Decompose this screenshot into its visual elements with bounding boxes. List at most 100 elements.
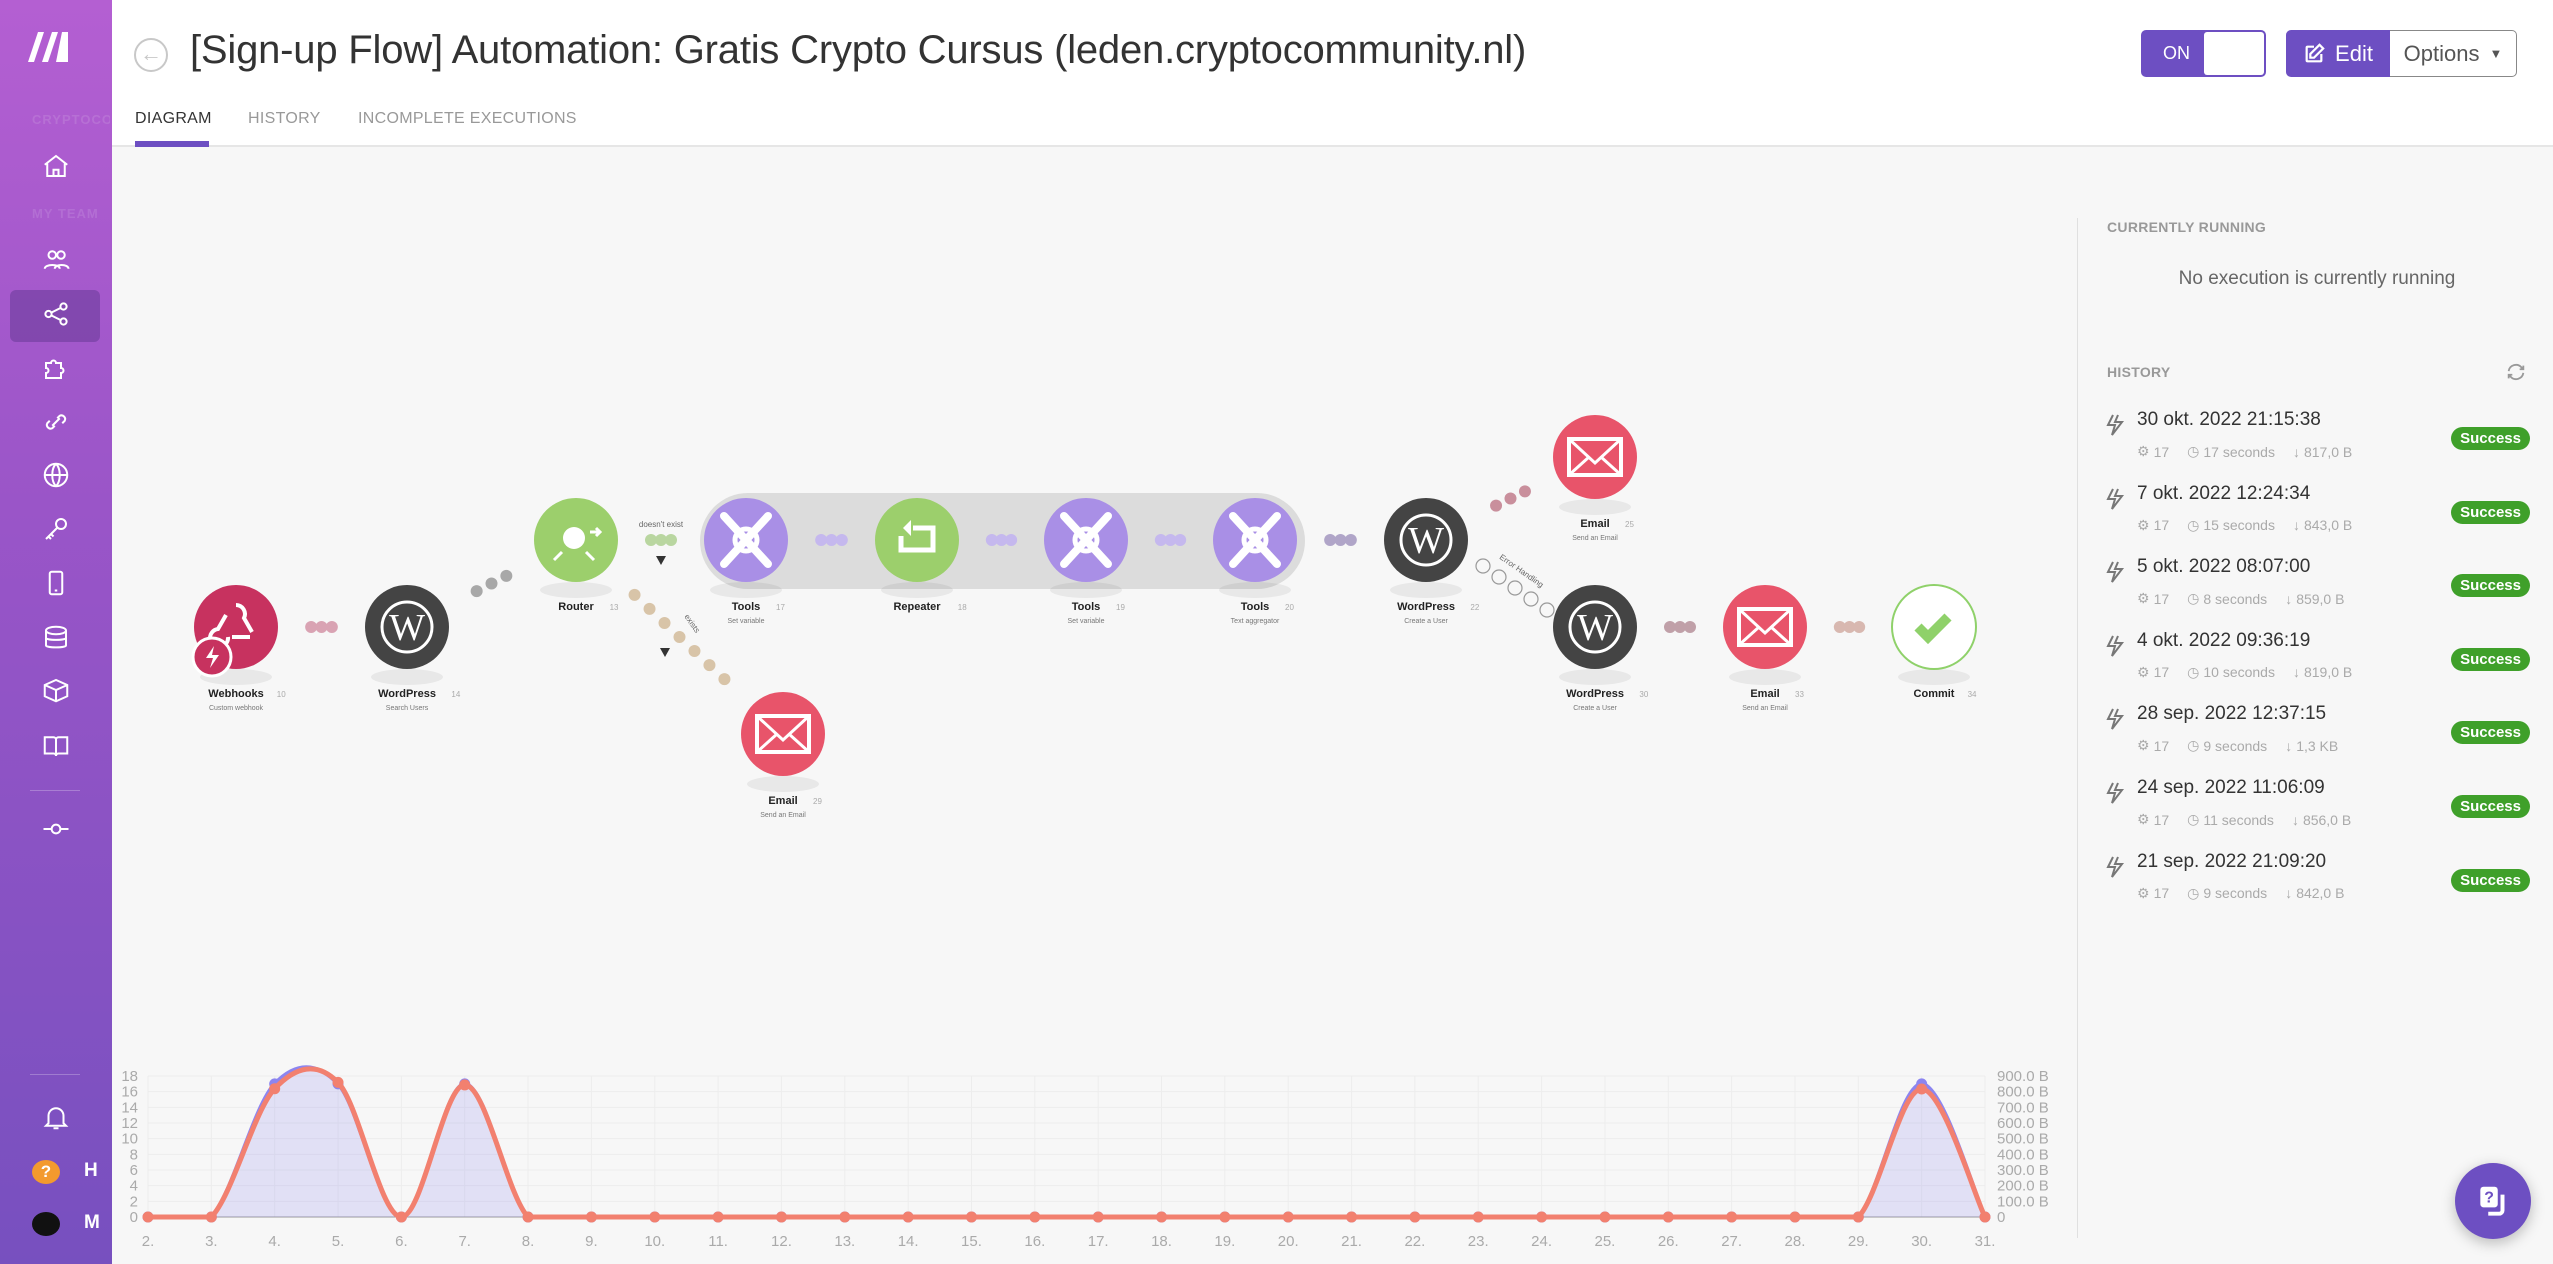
history-item[interactable]: 7 okt. 2022 12:24:34 ⚙ 17 ◷ 15 seconds ↓ 84… <box>2105 483 2530 553</box>
commit-icon <box>43 823 69 835</box>
y-right-tick: 700.0 B <box>1997 1099 2049 1116</box>
history-item[interactable]: 5 okt. 2022 08:07:00 ⚙ 17 ◷ 8 seconds ↓ 859… <box>2105 556 2530 626</box>
module-email-33[interactable]: Email 33 Send an Email <box>1723 585 1807 712</box>
history-item[interactable]: 21 sep. 2022 21:09:20 ⚙ 17 ◷ 9 seconds ↓ 84… <box>2105 851 2530 921</box>
data-point <box>839 1211 851 1223</box>
connection-link[interactable] <box>305 621 338 633</box>
module-commit-34[interactable]: Commit 34 <box>1891 584 1977 700</box>
wordpress-icon: W <box>1399 513 1453 567</box>
size-value: 1,3 KB <box>2296 737 2339 754</box>
duration: ◷ 9 seconds <box>2187 885 2267 902</box>
connection-link[interactable] <box>1154 534 1187 546</box>
module-id: 30 <box>1639 690 1648 699</box>
duration: ◷ 15 seconds <box>2187 517 2275 534</box>
history-item[interactable]: 24 sep. 2022 11:06:09 ⚙ 17 ◷ 11 seconds ↓ 8… <box>2105 777 2530 847</box>
operations-value: 17 <box>2153 811 2170 828</box>
module-name: Repeater <box>893 601 941 613</box>
sidebar-item-data-structures[interactable] <box>36 670 76 710</box>
operations-count: ⚙ 17 <box>2137 443 2169 460</box>
connection-link[interactable] <box>1833 621 1866 633</box>
tab-diagram[interactable]: DIAGRAM <box>135 110 212 128</box>
scenario-diagram[interactable]: doesn't exist exists Error Handling Webhook… <box>112 149 2077 1049</box>
sidebar-item-documentation[interactable] <box>36 726 76 766</box>
database-icon <box>45 625 67 649</box>
y-left-tick: 16 <box>121 1084 138 1101</box>
operations-count: ⚙ 17 <box>2137 517 2169 534</box>
module-tools-17[interactable]: Tools 17 Set variable <box>704 498 788 625</box>
filter-icon[interactable] <box>656 556 666 565</box>
sidebar-item-keys[interactable] <box>36 509 76 549</box>
clock-icon: ◷ <box>2187 590 2200 607</box>
connection-link[interactable] <box>1324 534 1357 546</box>
duration-value: 9 seconds <box>2203 737 2268 754</box>
back-arrow-icon[interactable]: ← <box>134 38 168 72</box>
route-label-error-handling: Error Handling <box>1498 552 1545 589</box>
connection-link[interactable] <box>645 534 677 546</box>
sidebar-item-connections[interactable] <box>36 402 76 442</box>
duration-value: 11 seconds <box>2203 811 2274 828</box>
tab-history[interactable]: HISTORY <box>248 110 321 128</box>
connection-link[interactable] <box>1490 485 1531 512</box>
connection-link[interactable] <box>815 534 848 546</box>
module-email-29[interactable]: Email 29 Send an Email <box>741 692 825 819</box>
history-heading: HISTORY <box>2107 364 2171 380</box>
module-wordpress-22[interactable]: W WordPress 22 Create a User <box>1384 498 1480 625</box>
sidebar-item-webhooks[interactable] <box>36 455 76 495</box>
data-size: ↓ 1,3 KB <box>2285 737 2338 754</box>
bolt-icon <box>2106 708 2125 731</box>
tab-incomplete-executions[interactable]: INCOMPLETE EXECUTIONS <box>358 110 577 128</box>
module-action: Send an Email <box>1572 535 1618 542</box>
help-label[interactable]: H <box>84 1160 98 1182</box>
connection-link[interactable] <box>1664 621 1696 633</box>
help-icon[interactable]: ? <box>32 1160 60 1184</box>
duration-value: 8 seconds <box>2203 590 2268 607</box>
module-wordpress-30[interactable]: W WordPress 30 Create a User <box>1553 585 1649 712</box>
data-point <box>1662 1211 1674 1223</box>
module-action: Create a User <box>1573 705 1617 712</box>
refresh-icon[interactable] <box>2505 361 2527 383</box>
notifications-bell-icon[interactable] <box>36 1097 76 1137</box>
sidebar-item-version[interactable] <box>36 809 76 849</box>
history-item[interactable]: 4 okt. 2022 09:36:19 ⚙ 17 ◷ 10 seconds ↓ 81… <box>2105 630 2530 700</box>
operations-value: 17 <box>2153 664 2170 681</box>
sidebar-item-dashboard[interactable] <box>36 146 76 186</box>
clock-icon: ◷ <box>2187 737 2200 754</box>
module-tools-19[interactable]: Tools 19 Set variable <box>1044 498 1128 625</box>
series-area <box>148 1067 1985 1217</box>
data-size: ↓ 859,0 B <box>2285 590 2344 607</box>
x-tick: 23. <box>1468 1233 1489 1250</box>
connection-link[interactable] <box>985 534 1018 546</box>
sidebar-item-scenarios[interactable] <box>36 294 76 334</box>
make-logo-icon[interactable] <box>24 28 70 64</box>
options-dropdown[interactable]: Options ▼ <box>2390 30 2517 77</box>
module-wordpress-14[interactable]: W WordPress 14 Search Users <box>365 585 461 712</box>
sidebar-item-templates[interactable] <box>36 348 76 388</box>
connection-link[interactable] <box>628 588 731 686</box>
scheduling-toggle[interactable]: ON <box>2141 30 2266 77</box>
options-label: Options <box>2403 40 2480 66</box>
puzzle-icon <box>45 359 65 379</box>
edit-button[interactable]: Edit <box>2286 30 2390 77</box>
gear-icon: ⚙ <box>2137 811 2150 827</box>
x-tick: 29. <box>1848 1233 1869 1250</box>
module-email-25[interactable]: Email 25 Send an Email <box>1553 415 1637 542</box>
y-left-tick: 18 <box>121 1068 138 1085</box>
user-label[interactable]: M <box>84 1212 100 1234</box>
history-item[interactable]: 28 sep. 2022 12:37:15 ⚙ 17 ◷ 9 seconds ↓ 1,… <box>2105 703 2530 773</box>
history-item[interactable]: 30 okt. 2022 21:15:38 ⚙ 17 ◷ 17 seconds ↓ 8… <box>2105 409 2530 479</box>
sidebar-item-data-stores[interactable] <box>36 618 76 658</box>
module-tools-20[interactable]: Tools 20 Text aggregator <box>1213 498 1297 625</box>
box-icon <box>43 678 69 703</box>
double-chevron-down-icon: ↓ <box>2285 885 2293 902</box>
module-webhooks-10[interactable]: Webhooks 10 Custom webhook <box>191 585 286 712</box>
module-router-13[interactable]: Router 13 <box>534 498 619 613</box>
user-avatar[interactable] <box>32 1212 60 1236</box>
connection-link[interactable] <box>470 569 513 598</box>
filter-icon[interactable] <box>660 648 670 657</box>
module-name: Webhooks <box>208 688 263 700</box>
x-tick: 15. <box>961 1233 982 1250</box>
sidebar-item-team[interactable] <box>36 240 76 280</box>
help-chat-button[interactable]: ? <box>2455 1163 2531 1239</box>
sidebar-item-devices[interactable] <box>36 563 76 603</box>
operations-count: ⚙ 17 <box>2137 737 2169 754</box>
